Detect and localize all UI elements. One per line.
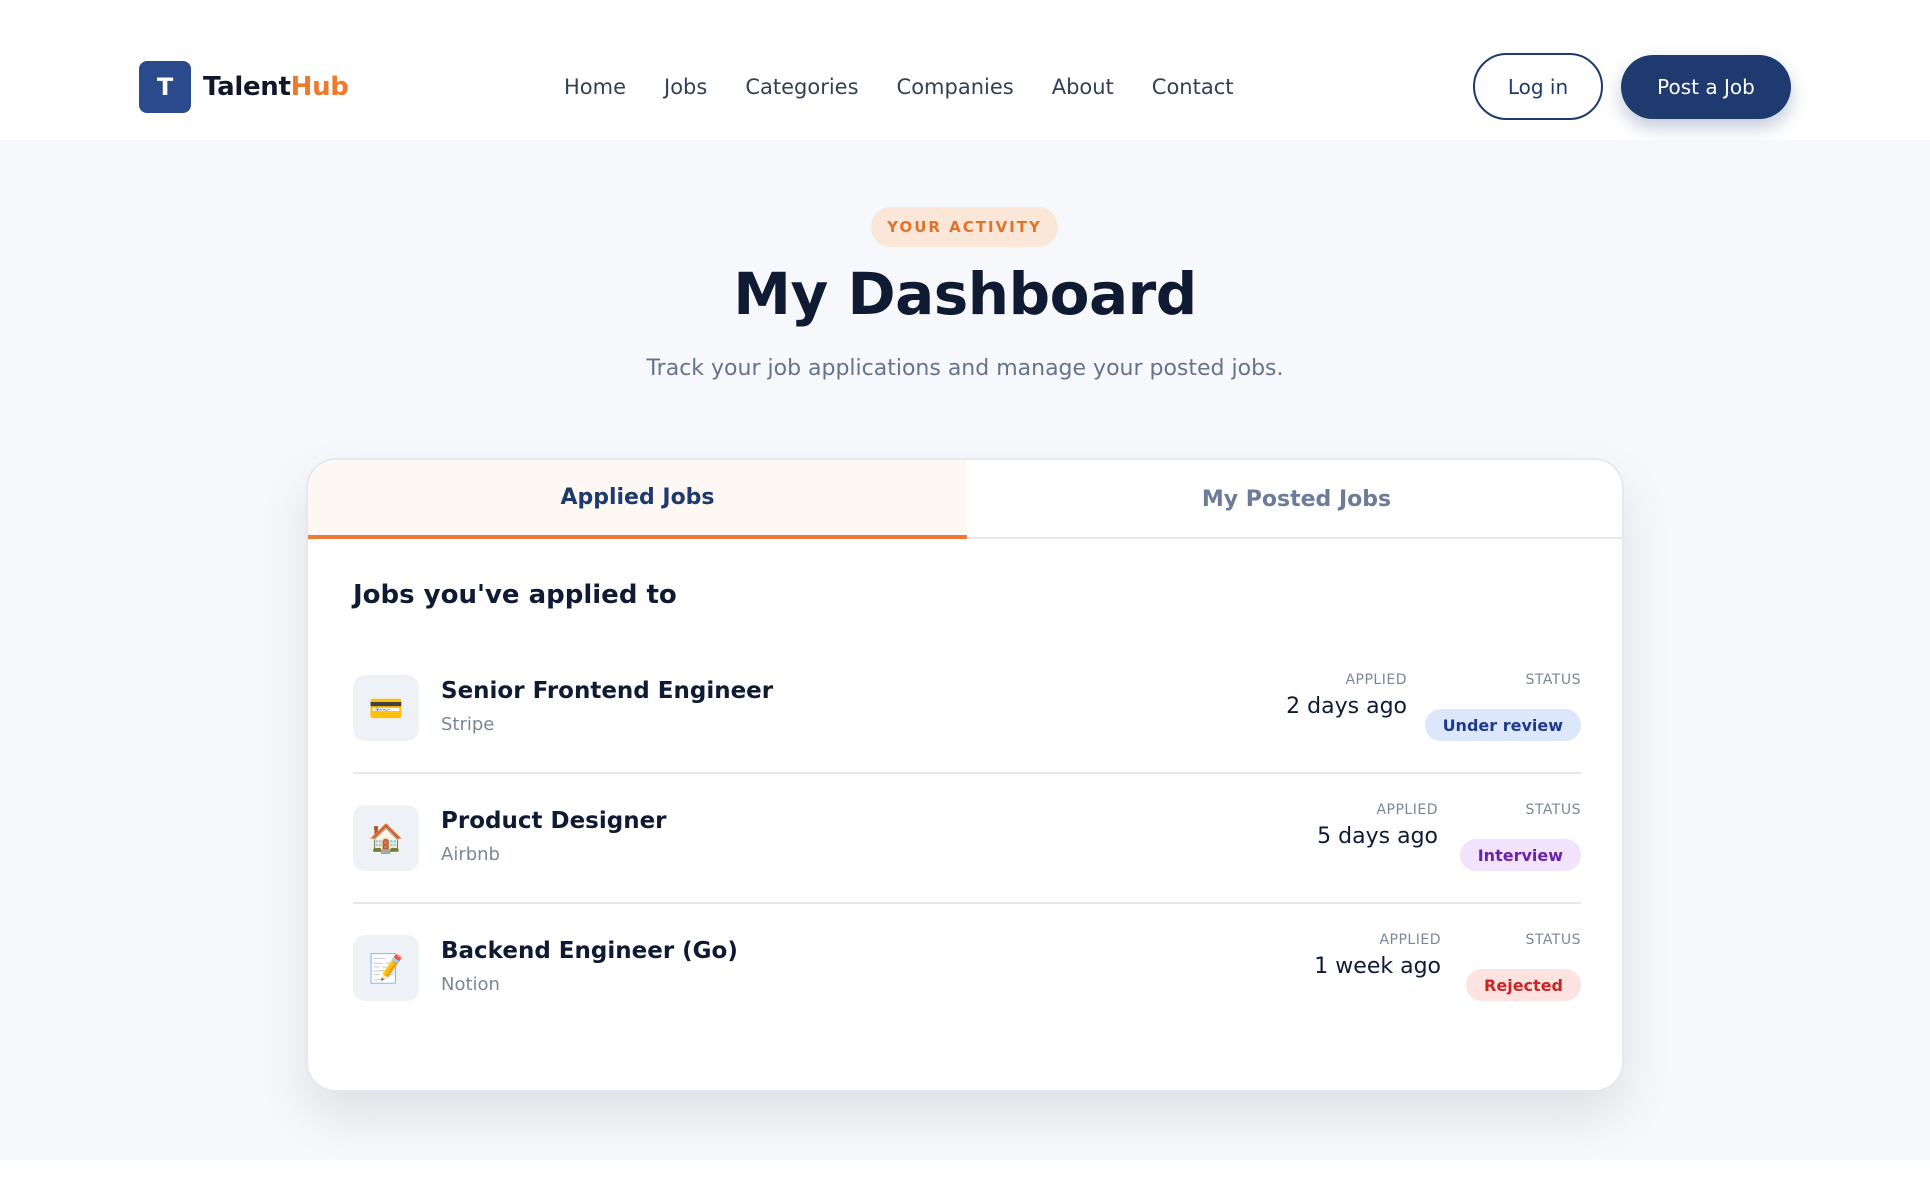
applied-meta: APPLIED 2 days ago	[1286, 672, 1407, 719]
applied-label: APPLIED	[1345, 672, 1407, 688]
job-company: Stripe	[441, 714, 495, 735]
eyebrow-badge: YOUR ACTIVITY	[871, 207, 1058, 247]
login-button[interactable]: Log in	[1473, 53, 1603, 120]
job-title[interactable]: Product Designer	[441, 808, 667, 834]
nav-home[interactable]: Home	[564, 75, 626, 99]
job-row[interactable]: 📝 Backend Engineer (Go) Notion APPLIED 1…	[353, 902, 1581, 1032]
status-badge: Rejected	[1466, 969, 1581, 1001]
status-label: STATUS	[1525, 802, 1581, 818]
post-job-button[interactable]: Post a Job	[1621, 55, 1791, 119]
page-footer-strip	[0, 1160, 1930, 1200]
tab-bar: Applied Jobs My Posted Jobs	[308, 460, 1622, 539]
page-subtitle: Track your job applications and manage y…	[646, 356, 1284, 381]
applied-date: 5 days ago	[1317, 824, 1438, 849]
applied-date: 1 week ago	[1314, 954, 1441, 979]
nav-about[interactable]: About	[1052, 75, 1114, 99]
job-row[interactable]: 💳 Senior Frontend Engineer Stripe APPLIE…	[353, 642, 1581, 772]
applied-meta: APPLIED 5 days ago	[1317, 802, 1438, 849]
brand-logo[interactable]: T TalentHub	[139, 60, 349, 113]
main-nav: Home Jobs Categories Companies About Con…	[564, 70, 1234, 104]
nav-companies[interactable]: Companies	[897, 75, 1014, 99]
nav-contact[interactable]: Contact	[1152, 75, 1234, 99]
dashboard-card: Applied Jobs My Posted Jobs Jobs you've …	[306, 458, 1624, 1092]
tab-my-posted-jobs[interactable]: My Posted Jobs	[967, 460, 1622, 539]
credit-card-icon: 💳	[353, 675, 419, 741]
job-title[interactable]: Backend Engineer (Go)	[441, 938, 738, 964]
job-company: Notion	[441, 974, 500, 995]
memo-icon: 📝	[353, 935, 419, 1001]
applied-date: 2 days ago	[1286, 694, 1407, 719]
applied-label: APPLIED	[1376, 802, 1438, 818]
logo-mark-icon: T	[139, 60, 191, 113]
job-row[interactable]: 🏠 Product Designer Airbnb APPLIED 5 days…	[353, 772, 1581, 902]
status-badge: Under review	[1424, 709, 1581, 741]
job-company: Airbnb	[441, 844, 500, 865]
job-title[interactable]: Senior Frontend Engineer	[441, 678, 773, 704]
tab-applied-jobs[interactable]: Applied Jobs	[308, 460, 967, 539]
applied-label: APPLIED	[1379, 932, 1441, 948]
dashboard-main: YOUR ACTIVITY My Dashboard Track your jo…	[0, 140, 1930, 1160]
applied-meta: APPLIED 1 week ago	[1314, 932, 1441, 979]
house-icon: 🏠	[353, 805, 419, 871]
nav-categories[interactable]: Categories	[745, 75, 858, 99]
status-label: STATUS	[1525, 932, 1581, 948]
section-title: Jobs you've applied to	[353, 580, 677, 610]
nav-jobs[interactable]: Jobs	[664, 75, 707, 99]
status-label: STATUS	[1525, 672, 1581, 688]
brand-name: TalentHub	[203, 72, 349, 102]
brand-name-part2: Hub	[290, 71, 349, 102]
status-badge: Interview	[1459, 839, 1581, 871]
site-header: T TalentHub Home Jobs Categories Compani…	[0, 0, 1930, 140]
brand-name-part1: Talent	[203, 71, 291, 102]
page-title: My Dashboard	[733, 260, 1197, 328]
